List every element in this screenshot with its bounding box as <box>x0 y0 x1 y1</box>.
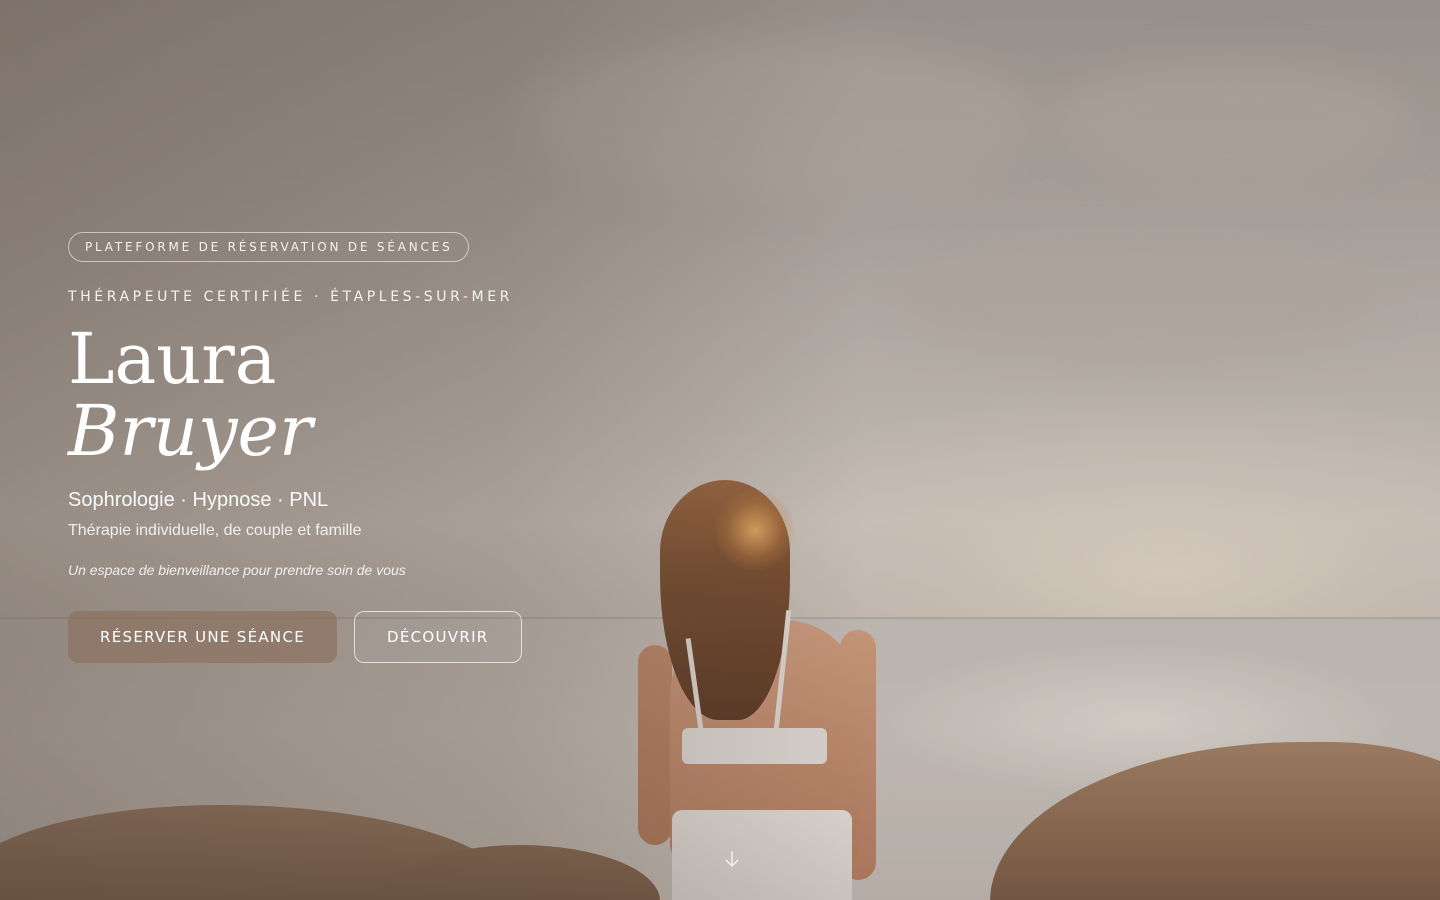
arrow-down-icon[interactable] <box>722 848 742 870</box>
hero-first-name: Laura <box>68 318 277 400</box>
platform-badge: PLATEFORME DE RÉSERVATION DE SÉANCES <box>68 232 470 262</box>
hero-last-name: Bruyer <box>68 390 313 472</box>
hero-disciplines: Sophrologie · Hypnose · PNL <box>68 489 329 511</box>
book-session-button[interactable]: RÉSERVER UNE SÉANCE <box>68 611 338 663</box>
hero-buttons: RÉSERVER UNE SÉANCE DÉCOUVRIR <box>68 611 668 663</box>
hero-therapies: Thérapie individuelle, de couple et fami… <box>68 522 362 539</box>
discover-button[interactable]: DÉCOUVRIR <box>354 611 522 663</box>
hero-content: PLATEFORME DE RÉSERVATION DE SÉANCES THÉ… <box>68 232 668 663</box>
hero-section: PLATEFORME DE RÉSERVATION DE SÉANCES THÉ… <box>0 0 1440 900</box>
hero-tagline: Un espace de bienveillance pour prendre … <box>68 562 406 578</box>
hero-subtitle: THÉRAPEUTE CERTIFIÉE · ÉTAPLES-SUR-MER <box>68 289 513 305</box>
